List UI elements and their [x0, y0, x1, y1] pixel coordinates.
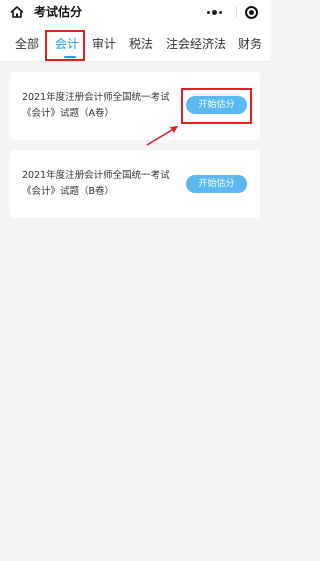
dot	[218, 10, 222, 14]
active-tab-indicator	[64, 56, 76, 58]
exam-card: 2021年度注册会计师全国统一考试《会计》试题（B卷） 开始估分	[10, 150, 260, 218]
tab-all[interactable]: 全部	[15, 36, 39, 54]
tab-economic-law[interactable]: 注会经济法	[166, 36, 226, 54]
target-ring	[244, 5, 258, 19]
target-dot	[248, 9, 254, 15]
home-icon[interactable]	[9, 4, 25, 20]
capsule-menu	[196, 2, 262, 22]
exam-card: 2021年度注册会计师全国统一考试《会计》试题（A卷） 开始估分	[10, 72, 260, 140]
tab-accounting-label: 会计	[55, 37, 80, 51]
dot	[206, 10, 210, 14]
target-icon[interactable]	[241, 2, 261, 22]
capsule-divider	[236, 6, 237, 18]
tab-tax-law[interactable]: 税法	[129, 36, 153, 54]
app-screen: 考试估分 全部 会计 审计 税法 注会经济法 财务 2021年度注册会计师全国统…	[0, 0, 270, 561]
exam-title: 2021年度注册会计师全国统一考试《会计》试题（A卷）	[22, 92, 170, 119]
start-estimate-button[interactable]: 开始估分	[186, 175, 247, 193]
subject-tabs: 全部 会计 审计 税法 注会经济法 财务	[0, 26, 270, 62]
start-estimate-button[interactable]: 开始估分	[186, 96, 247, 114]
tab-audit[interactable]: 审计	[92, 36, 116, 54]
tab-finance[interactable]: 财务	[238, 36, 262, 54]
tab-accounting[interactable]: 会计	[55, 36, 80, 58]
dot	[211, 9, 217, 15]
more-dots-icon[interactable]	[196, 2, 232, 22]
home-icon-graphic	[10, 6, 24, 18]
page-title: 考试估分	[34, 5, 83, 19]
exam-title: 2021年度注册会计师全国统一考试《会计》试题（B卷）	[22, 170, 170, 197]
more-dots-graphic	[206, 9, 222, 15]
top-navbar: 考试估分	[0, 0, 270, 26]
